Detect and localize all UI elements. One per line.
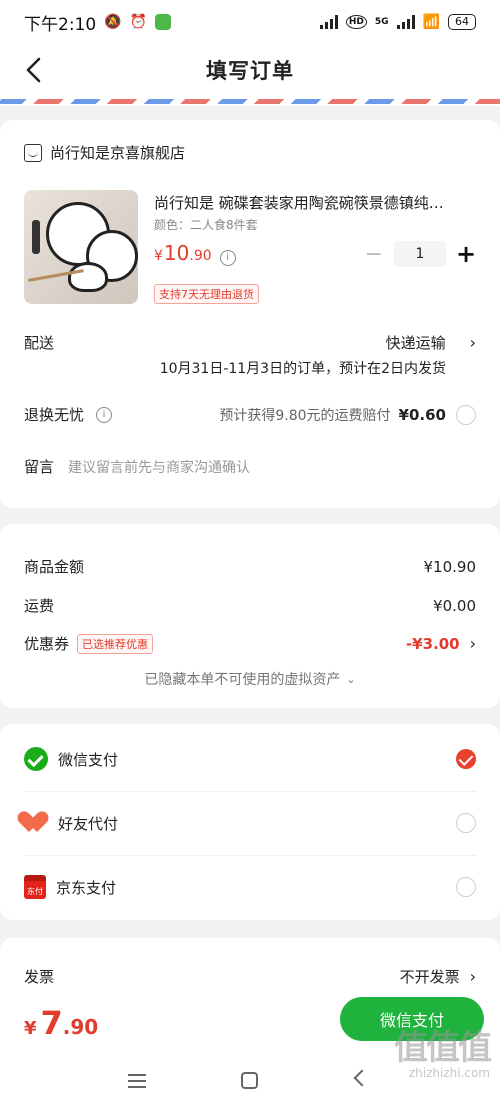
hidden-assets-row[interactable]: 已隐藏本单不可使用的虚拟资产 ⌄ — [24, 669, 476, 689]
hd-icon: HD — [345, 15, 367, 29]
jd-pay-icon: 东付 — [24, 875, 46, 899]
payment-radio[interactable] — [456, 813, 476, 833]
decrease-button[interactable]: − — [364, 242, 384, 267]
total-integer: 7 — [40, 1004, 63, 1042]
return-insurance-price: ¥0.60 — [398, 405, 446, 424]
mute-icon: 🔕 — [104, 14, 122, 30]
return-insurance-toggle[interactable] — [456, 404, 476, 425]
status-bar: 下午2:10 🔕 ⏰ HD 5G 📶 64 — [0, 0, 500, 44]
payment-option-jd[interactable]: 东付 京东支付 — [24, 855, 476, 919]
system-back-icon[interactable] — [353, 1069, 371, 1087]
coupon-badge: 已选推荐优惠 — [77, 633, 154, 654]
total-currency: ¥ — [24, 1018, 37, 1039]
payment-card: 微信支付 好友代付 东付 京东支付 — [0, 724, 500, 920]
increase-button[interactable]: + — [456, 240, 476, 268]
signal-icon — [319, 15, 338, 29]
checkout-footer: ¥ 7 .90 微信支付 值值值 zhizhizhi.com — [0, 990, 500, 1111]
payment-radio[interactable] — [456, 877, 476, 897]
network-type: 5G — [374, 17, 389, 27]
product-price: ¥ 10 .90 i — [154, 241, 236, 266]
quantity-input[interactable]: 1 — [394, 241, 446, 267]
wechat-pay-icon — [24, 747, 48, 771]
goods-amount-label: 商品金额 — [24, 558, 85, 576]
price-info-icon[interactable]: i — [219, 249, 236, 266]
page-title: 填写订单 — [206, 59, 294, 83]
return-insurance-desc: 预计获得9.80元的运费赔付 — [219, 407, 391, 424]
return-insurance-row: 退换无忧 i 预计获得9.80元的运费赔付 ¥0.60 — [24, 404, 476, 425]
return-insurance-info-icon[interactable]: i — [96, 406, 113, 423]
friend-pay-icon — [24, 812, 48, 834]
nav-bar: 填写订单 — [0, 44, 500, 96]
payment-option-wechat[interactable]: 微信支付 — [24, 727, 476, 791]
payment-option-friend[interactable]: 好友代付 — [24, 791, 476, 855]
shop-header[interactable]: 尚行知是京喜旗舰店 — [24, 142, 476, 163]
price-decimal: .90 — [189, 248, 212, 264]
status-time: 下午2:10 — [24, 14, 97, 35]
coupon-label: 优惠券 — [24, 635, 70, 653]
wifi-icon: 📶 — [422, 14, 440, 30]
delivery-row[interactable]: 配送 快递运输 › — [24, 332, 476, 353]
product-spec: 颜色：二人食8件套 — [154, 218, 258, 232]
chevron-right-icon: › — [469, 967, 476, 986]
coupon-value: -¥3.00 — [405, 634, 460, 653]
signal-5g-icon — [396, 15, 415, 29]
delivery-note-row: 10月31日-11月3日的订单，预计在2日内发货 — [24, 358, 446, 378]
payment-option-label: 京东支付 — [56, 878, 117, 897]
price-summary-card: 商品金额 ¥10.90 运费 ¥0.00 优惠券 已选推荐优惠 -¥3.00 ›… — [0, 524, 500, 708]
goods-amount-row: 商品金额 ¥10.90 — [24, 556, 476, 577]
invoice-value: 不开发票 — [399, 968, 460, 986]
price-currency: ¥ — [154, 248, 163, 264]
address-stripe — [0, 96, 500, 106]
product-title[interactable]: 尚行知是 碗碟套装家用陶瓷碗筷景德镇纯… — [154, 192, 476, 213]
shop-name: 尚行知是京喜旗舰店 — [50, 144, 186, 162]
battery-icon: 64 — [448, 14, 476, 30]
message-row: 留言 建议留言前先与商家沟通确认 — [24, 456, 476, 477]
return-policy-badge: 支持7天无理由退货 — [154, 284, 259, 304]
shipping-label: 运费 — [24, 597, 55, 615]
chevron-down-icon: ⌄ — [346, 672, 356, 686]
goods-amount-value: ¥10.90 — [423, 557, 477, 576]
shop-icon — [24, 143, 42, 162]
app-notification-icon — [155, 14, 172, 30]
chevron-right-icon: › — [469, 634, 476, 653]
coupon-row[interactable]: 优惠券 已选推荐优惠 -¥3.00 › — [24, 633, 476, 654]
message-input[interactable]: 建议留言前先与商家沟通确认 — [68, 457, 250, 477]
system-nav-bar — [0, 1068, 500, 1098]
shipping-value: ¥0.00 — [433, 596, 476, 615]
invoice-label: 发票 — [24, 968, 55, 986]
total-decimal: .90 — [62, 1015, 99, 1039]
delivery-method: 快递运输 — [385, 334, 446, 352]
return-insurance-label: 退换无忧 — [24, 406, 85, 424]
price-integer: 10 — [163, 241, 190, 265]
home-icon[interactable] — [241, 1072, 258, 1089]
payment-radio-selected[interactable] — [456, 749, 476, 769]
delivery-label: 配送 — [24, 334, 55, 352]
menu-icon[interactable] — [128, 1074, 146, 1088]
delivery-note: 10月31日-11月3日的订单，预计在2日内发货 — [159, 361, 446, 377]
hidden-assets-note: 已隐藏本单不可使用的虚拟资产 — [144, 672, 341, 688]
back-arrow-icon[interactable] — [22, 56, 48, 84]
chevron-right-icon: › — [469, 333, 476, 352]
watermark-logo: 值值值 — [394, 1028, 492, 1068]
product-thumbnail[interactable] — [24, 190, 138, 304]
shipping-row: 运费 ¥0.00 — [24, 595, 476, 616]
order-item-card: 尚行知是京喜旗舰店 尚行知是 碗碟套装家用陶瓷碗筷景德镇纯… 颜色：二人食8件套… — [0, 120, 500, 508]
payment-option-label: 好友代付 — [58, 814, 119, 833]
payment-option-label: 微信支付 — [58, 750, 119, 769]
message-label: 留言 — [24, 458, 55, 476]
total-price: ¥ 7 .90 — [24, 1004, 98, 1042]
quantity-stepper: − 1 + — [364, 240, 476, 268]
invoice-row[interactable]: 发票 不开发票 › — [24, 966, 476, 987]
alarm-icon: ⏰ — [129, 14, 148, 30]
